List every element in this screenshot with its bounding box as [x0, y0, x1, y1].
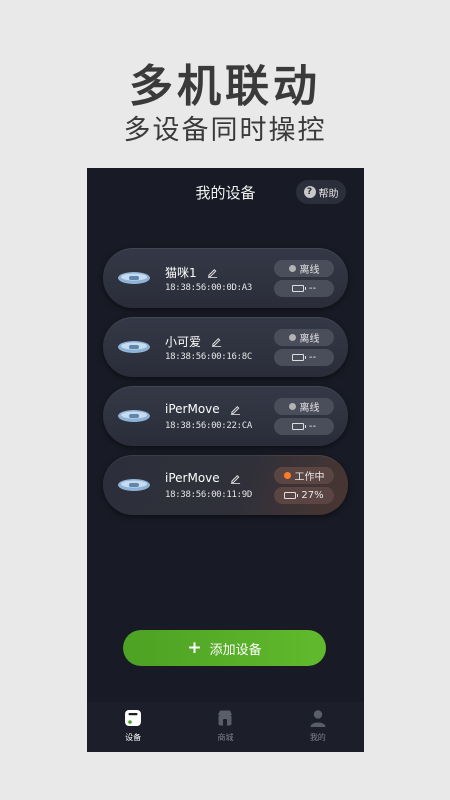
device-name-row: iPerMove: [165, 402, 241, 416]
status-dot-icon: [283, 472, 291, 479]
add-device-label: 添加设备: [209, 642, 262, 658]
device-mac: 18:38:56:00:22:CA: [165, 421, 253, 431]
status-label: 工作中: [294, 472, 325, 483]
device-name-row: 猫咪1: [165, 264, 218, 281]
battery-badge: --: [274, 280, 334, 297]
status-badge: 离线: [274, 329, 334, 346]
device-name: 猫咪1: [165, 266, 197, 280]
battery-value: --: [308, 352, 317, 363]
status-label: 离线: [299, 265, 320, 276]
help-label: 帮助: [318, 188, 339, 200]
tab-label: 商城: [217, 733, 234, 742]
edit-icon[interactable]: [207, 267, 218, 278]
device-mac: 18:38:56:00:0D:A3: [165, 283, 253, 293]
battery-icon: [291, 423, 306, 430]
device-mac: 18:38:56:00:11:9D: [165, 490, 253, 500]
device-name-row: 小可爱: [165, 333, 222, 350]
device-card[interactable]: 猫咪1 18:38:56:00:0D:A3 离线 --: [103, 248, 348, 308]
device-card[interactable]: 小可爱 18:38:56:00:16:8C 离线 --: [103, 317, 348, 377]
status-dot-icon: [288, 334, 296, 341]
app-screen: 我的设备 ? 帮助 猫咪1 18:38:56:00:0D:A3 离线 -- 小可…: [87, 168, 364, 752]
help-button[interactable]: ? 帮助: [296, 180, 346, 204]
device-card[interactable]: iPerMove 18:38:56:00:22:CA 离线 --: [103, 386, 348, 446]
tab-label: 设备: [125, 733, 142, 742]
tab-shop[interactable]: 商城: [179, 702, 271, 752]
edit-icon[interactable]: [230, 404, 241, 415]
status-badge: 离线: [274, 260, 334, 277]
battery-value: --: [308, 421, 317, 432]
device-image: [118, 410, 150, 422]
battery-badge: --: [274, 349, 334, 366]
battery-value: --: [308, 283, 317, 294]
app-header: 我的设备 ? 帮助: [87, 168, 364, 214]
battery-icon: [291, 354, 306, 361]
add-device-button[interactable]: + 添加设备: [123, 630, 326, 666]
battery-badge: 27%: [274, 487, 334, 504]
status-label: 离线: [299, 403, 320, 414]
device-image: [118, 272, 150, 284]
battery-icon: [291, 285, 306, 292]
device-image: [118, 479, 150, 491]
status-label: 离线: [299, 334, 320, 345]
status-badge: 工作中: [274, 467, 334, 484]
device-name: iPerMove: [165, 471, 220, 485]
tab-device[interactable]: 设备: [87, 702, 179, 752]
edit-icon[interactable]: [230, 473, 241, 484]
device-card[interactable]: iPerMove 18:38:56:00:11:9D 工作中 27%: [103, 455, 348, 515]
help-icon: ?: [303, 186, 316, 198]
device-image: [118, 341, 150, 353]
tab-label: 我的: [309, 733, 326, 742]
tab-profile[interactable]: 我的: [272, 702, 364, 752]
profile-icon: [310, 710, 326, 727]
promo-subtitle: 多设备同时操控: [123, 115, 327, 146]
status-dot-icon: [288, 265, 296, 272]
battery-icon: [284, 492, 299, 499]
tab-bar: 设备 商城 我的: [87, 702, 364, 752]
battery-value: 27%: [301, 490, 324, 501]
device-name: 小可爱: [165, 335, 202, 349]
device-icon: [125, 710, 142, 726]
status-badge: 离线: [274, 398, 334, 415]
status-dot-icon: [288, 403, 296, 410]
plus-icon: +: [187, 637, 202, 658]
shop-icon: [218, 710, 233, 726]
device-mac: 18:38:56:00:16:8C: [165, 352, 253, 362]
edit-icon[interactable]: [211, 336, 222, 347]
device-name-row: iPerMove: [165, 471, 241, 485]
battery-badge: --: [274, 418, 334, 435]
device-name: iPerMove: [165, 402, 220, 416]
promo-title: 多机联动: [129, 61, 321, 112]
